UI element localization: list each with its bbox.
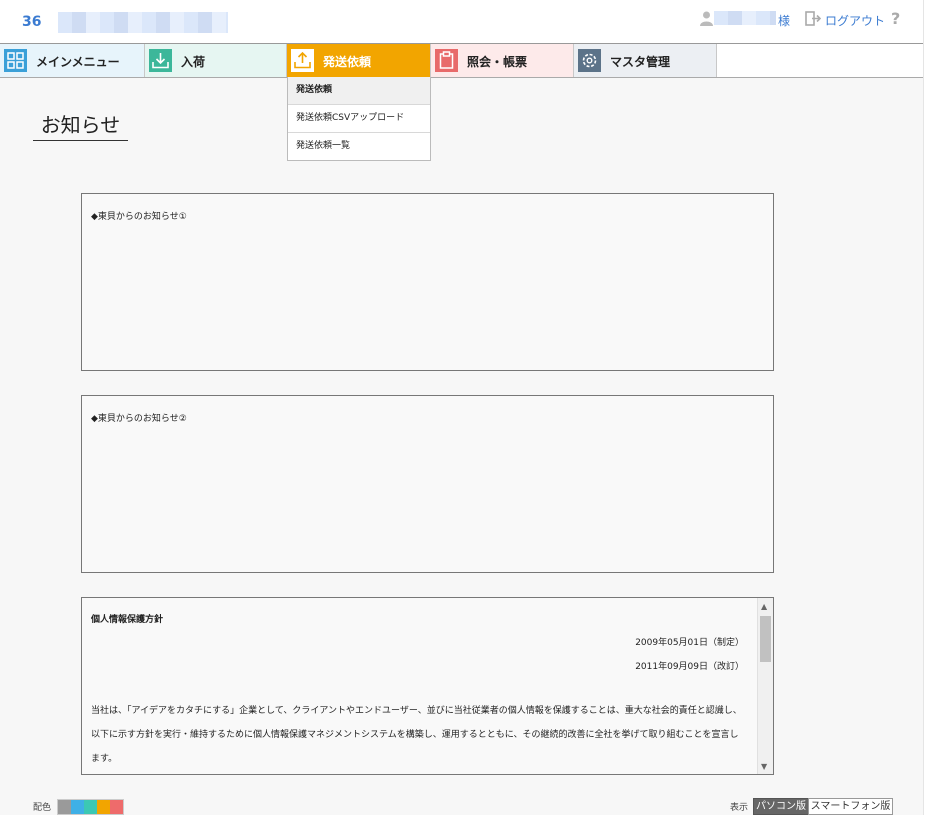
clipboard-icon — [435, 49, 458, 72]
tab-inquiry-reports[interactable]: 照会・帳票 — [431, 44, 574, 77]
color-scheme-picker — [57, 799, 124, 815]
pc-version-button[interactable]: パソコン版 — [753, 798, 809, 815]
notice-panel: ◆東貝からのお知らせ① — [81, 193, 774, 371]
header-bar: 36 様 ログアウト ? — [0, 0, 924, 44]
color-swatch-red[interactable] — [110, 800, 123, 814]
honorific-label: 様 — [778, 14, 791, 28]
policy-body: 当社は、「アイデアをカタチにする」企業として、クライアントやエンドユーザー、並び… — [91, 706, 742, 764]
logout-icon[interactable] — [805, 11, 821, 26]
tab-receiving[interactable]: 入荷 — [145, 44, 287, 77]
upload-tray-icon — [291, 49, 314, 72]
company-name-redacted — [58, 12, 228, 33]
tab-label: 照会・帳票 — [467, 55, 528, 69]
page-scrollbar[interactable] — [923, 0, 938, 815]
privacy-policy-content: 個人情報保護方針 2009年05月01日（制定） 2011年09月09日（改訂）… — [82, 598, 758, 774]
download-tray-icon — [149, 49, 172, 72]
notice-title: ◆東貝からのお知らせ② — [91, 414, 187, 424]
gear-icon — [578, 49, 601, 72]
notice-title: ◆東貝からのお知らせ① — [91, 212, 187, 222]
color-swatch-gray[interactable] — [58, 800, 71, 814]
shipping-dropdown-menu: 発送依頼 発送依頼CSVアップロード 発送依頼一覧 — [287, 77, 431, 161]
user-name-redacted — [714, 11, 776, 25]
policy-established-date: 2009年05月01日（制定） — [635, 638, 744, 648]
policy-scrollbar[interactable]: ▲ ▼ — [757, 598, 773, 774]
menu-item-shipping-request[interactable]: 発送依頼 — [288, 77, 430, 105]
policy-title: 個人情報保護方針 — [91, 615, 164, 625]
display-mode-label: 表示 — [730, 803, 749, 813]
color-swatch-orange[interactable] — [97, 800, 110, 814]
privacy-policy-panel: 個人情報保護方針 2009年05月01日（制定） 2011年09月09日（改訂）… — [81, 597, 774, 775]
menu-item-shipping-list[interactable]: 発送依頼一覧 — [288, 133, 430, 160]
scroll-thumb[interactable] — [760, 616, 771, 662]
tab-master-management[interactable]: マスタ管理 — [574, 44, 717, 77]
tab-shipping-request[interactable]: 発送依頼 — [287, 44, 431, 77]
color-swatch-teal[interactable] — [84, 800, 97, 814]
tab-label: メインメニュー — [36, 55, 120, 69]
main-nav: メインメニュー 入荷 発送依頼 照会・帳票 マスタ管理 — [0, 43, 924, 78]
user-icon — [700, 11, 713, 26]
color-scheme-label: 配色 — [33, 803, 52, 813]
page-title: お知らせ — [33, 109, 128, 141]
company-code: 36 — [22, 14, 42, 30]
scroll-down-arrow-icon[interactable]: ▼ — [761, 762, 767, 771]
logout-link[interactable]: ログアウト — [825, 12, 885, 29]
notice-panel: ◆東貝からのお知らせ② — [81, 395, 774, 573]
menu-item-csv-upload[interactable]: 発送依頼CSVアップロード — [288, 105, 430, 133]
tab-label: マスタ管理 — [610, 55, 671, 69]
policy-revised-date: 2011年09月09日（改訂） — [635, 662, 744, 672]
tab-label: 発送依頼 — [323, 55, 372, 69]
smartphone-version-button[interactable]: スマートフォン版 — [808, 798, 893, 815]
color-swatch-blue[interactable] — [71, 800, 84, 814]
grid-icon — [4, 49, 27, 72]
scroll-up-arrow-icon[interactable]: ▲ — [761, 602, 767, 611]
help-icon[interactable]: ? — [891, 9, 900, 28]
tab-label: 入荷 — [181, 55, 206, 69]
tab-main-menu[interactable]: メインメニュー — [0, 44, 145, 77]
